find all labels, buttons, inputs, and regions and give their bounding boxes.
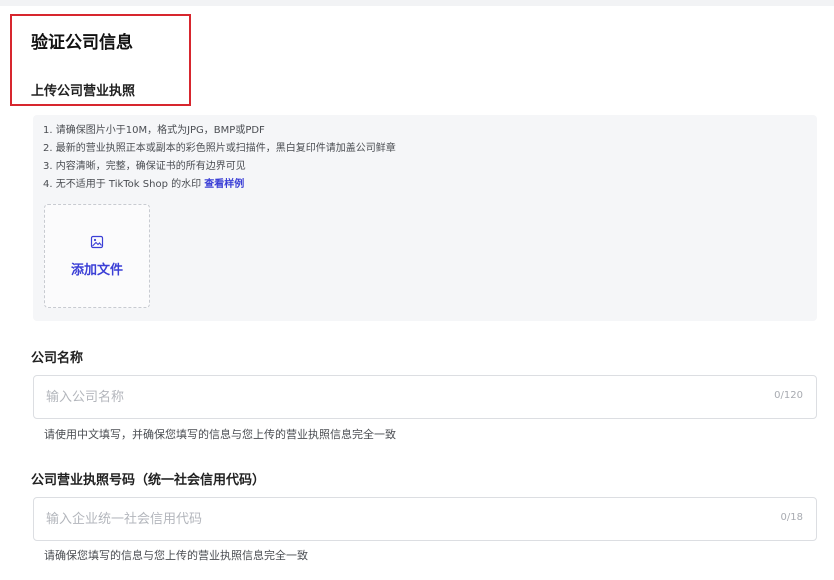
image-icon	[90, 235, 104, 248]
company-name-counter: 0/120	[774, 390, 803, 401]
upload-panel: 1. 请确保图片小于10M，格式为JPG，BMP或PDF 2. 最新的营业执照正…	[33, 115, 817, 321]
company-name-field: 0/120	[33, 375, 817, 419]
company-name-label: 公司名称	[31, 351, 84, 366]
license-number-field: 0/18	[33, 497, 817, 541]
requirements-list: 1. 请确保图片小于10M，格式为JPG，BMP或PDF 2. 最新的营业执照正…	[43, 122, 396, 194]
section-title: 验证公司信息	[31, 33, 133, 53]
license-number-input[interactable]	[34, 498, 754, 540]
view-example-link[interactable]: 查看样例	[204, 179, 244, 190]
license-number-label: 公司营业执照号码（统一社会信用代码）	[31, 473, 266, 488]
requirement-item: 1. 请确保图片小于10M，格式为JPG，BMP或PDF	[43, 125, 265, 136]
add-file-button[interactable]: 添加文件	[44, 204, 150, 308]
requirement-item: 2. 最新的营业执照正本或副本的彩色照片或扫描件，黑白复印件请加盖公司鲜章	[43, 143, 396, 154]
company-name-hint: 请使用中文填写，并确保您填写的信息与您上传的营业执照信息完全一致	[44, 428, 396, 441]
company-name-input[interactable]	[34, 376, 754, 418]
upload-license-title: 上传公司营业执照	[31, 84, 136, 99]
license-number-counter: 0/18	[780, 512, 803, 523]
requirement-4-text: 4. 无不适用于 TikTok Shop 的水印	[43, 179, 202, 190]
license-number-hint: 请确保您填写的信息与您上传的营业执照信息完全一致	[44, 549, 308, 562]
requirement-item: 3. 内容清晰，完整，确保证书的所有边界可见	[43, 161, 246, 172]
top-strip	[0, 0, 834, 6]
requirement-item: 4. 无不适用于 TikTok Shop 的水印 查看样例	[43, 176, 396, 194]
add-file-label: 添加文件	[70, 262, 123, 278]
